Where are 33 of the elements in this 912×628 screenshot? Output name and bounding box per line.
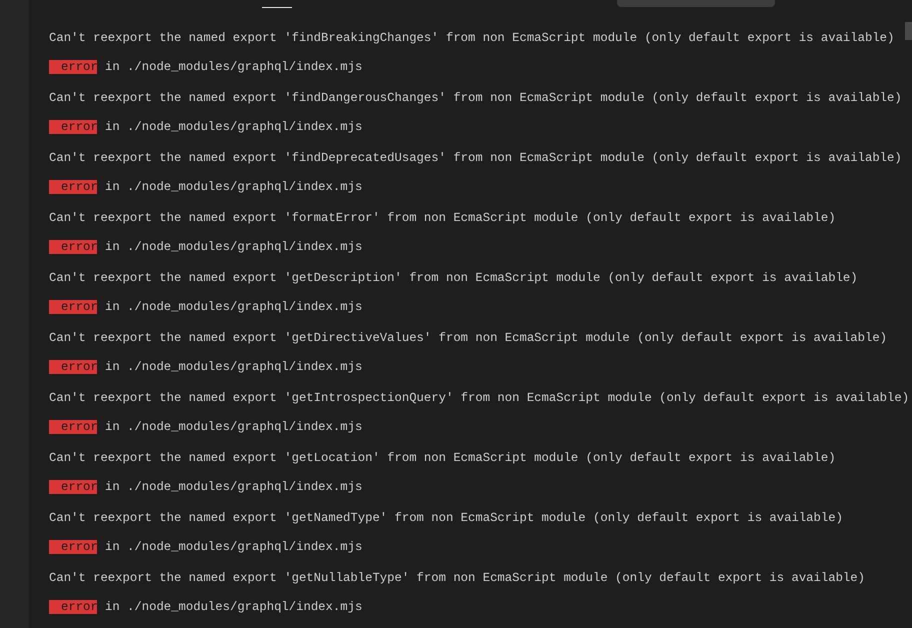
error-message: Can't reexport the named export 'getDescription' from non EcmaScript module (only default export is available): [49, 271, 858, 285]
error-tag: error: [49, 240, 97, 254]
error-tag: error: [49, 480, 97, 494]
file-location: in ./node_modules/graphql/index.mjs: [105, 600, 362, 614]
error-tag: error: [49, 180, 97, 194]
file-location: in ./node_modules/graphql/index.mjs: [105, 420, 362, 434]
error-tag: error: [49, 600, 97, 614]
error-tag: error: [49, 540, 97, 554]
error-tag: error: [49, 420, 97, 434]
error-tag: error: [49, 120, 97, 134]
file-location: in ./node_modules/graphql/index.mjs: [105, 480, 362, 494]
file-location: in ./node_modules/graphql/index.mjs: [105, 240, 362, 254]
error-message: Can't reexport the named export 'getNamedType' from non EcmaScript module (only default export is available): [49, 511, 843, 525]
error-tag: error: [49, 60, 97, 74]
error-message: Can't reexport the named export 'findDangerousChanges' from non EcmaScript module (only default export is available): [49, 91, 902, 105]
dropdown-field[interactable]: [617, 0, 775, 7]
error-message: Can't reexport the named export 'getDirectiveValues' from non EcmaScript module (only default export is available): [49, 331, 888, 345]
error-message: Can't reexport the named export 'formatError' from non EcmaScript module (only default export is available): [49, 211, 836, 225]
error-message: Can't reexport the named export 'getIntrospectionQuery' from non EcmaScript module (only default export is available): [49, 391, 910, 405]
file-location: in ./node_modules/graphql/index.mjs: [105, 540, 362, 554]
file-location: in ./node_modules/graphql/index.mjs: [105, 300, 362, 314]
file-location: in ./node_modules/graphql/index.mjs: [105, 60, 362, 74]
active-tab-indicator: [262, 7, 292, 8]
file-location: in ./node_modules/graphql/index.mjs: [105, 120, 362, 134]
scrollbar-thumb[interactable]: [905, 22, 912, 40]
error-message: Can't reexport the named export 'findDeprecatedUsages' from non EcmaScript module (only default export is available): [49, 151, 902, 165]
error-tag: error: [49, 300, 97, 314]
file-location: in ./node_modules/graphql/index.mjs: [105, 360, 362, 374]
error-tag: error: [49, 360, 97, 374]
error-message: Can't reexport the named export 'findBreakingChanges' from non EcmaScript module (only default export is available): [49, 31, 894, 45]
file-location: in ./node_modules/graphql/index.mjs: [105, 180, 362, 194]
error-message: Can't reexport the named export 'getNullableType' from non EcmaScript module (only default export is available): [49, 571, 865, 585]
error-message: Can't reexport the named export 'getLocation' from non EcmaScript module (only default export is available): [49, 451, 836, 465]
